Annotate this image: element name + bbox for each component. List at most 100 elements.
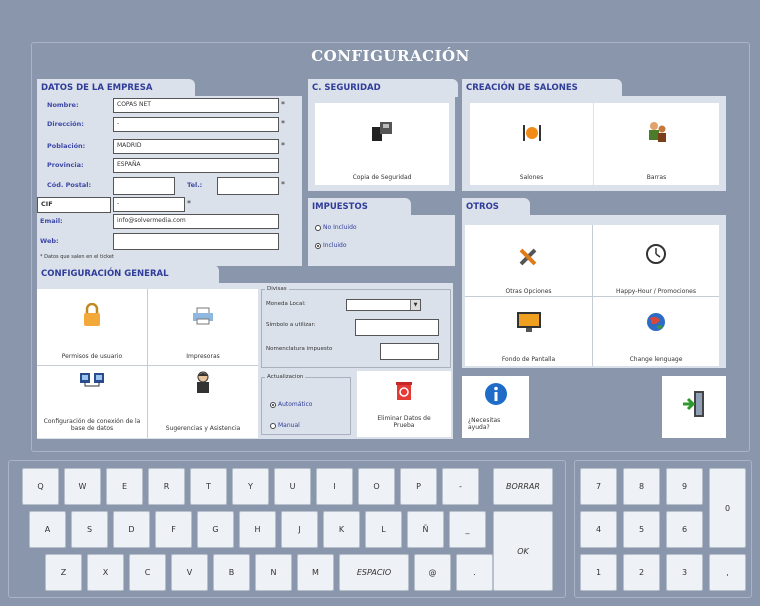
change-language-label: Change lenguage bbox=[629, 356, 683, 363]
configuracion-window: CONFIGURACIÓN DATOS DE LA EMPRESA Nombre… bbox=[31, 42, 750, 452]
nomenclatura-field[interactable] bbox=[380, 343, 439, 360]
datos-empresa-panel: Nombre: COPAS NET * Dirección: - * Pobla… bbox=[37, 96, 302, 266]
key-j[interactable]: J bbox=[281, 511, 318, 548]
key-1[interactable]: 1 bbox=[580, 554, 617, 591]
label-web: Web: bbox=[40, 237, 59, 245]
no-incluido-label: No Incluido bbox=[323, 224, 357, 231]
key-at[interactable]: @ bbox=[414, 554, 451, 591]
key-q[interactable]: Q bbox=[22, 468, 59, 505]
cod-postal-field[interactable] bbox=[113, 177, 175, 195]
direccion-field[interactable]: - bbox=[113, 117, 279, 132]
ayuda-button[interactable]: ¿Necesitas ayuda? bbox=[462, 376, 529, 438]
key-l[interactable]: L bbox=[365, 511, 402, 548]
permisos-label: Permisos de usuario bbox=[61, 353, 123, 360]
key-dot[interactable]: . bbox=[456, 554, 493, 591]
web-field[interactable] bbox=[113, 233, 279, 250]
espacio-key[interactable]: ESPACIO bbox=[339, 554, 409, 591]
sugerencias-button[interactable]: Sugerencias y Asistencia bbox=[148, 366, 258, 438]
salones-button[interactable]: Salones bbox=[470, 103, 593, 185]
email-field[interactable]: info@solvermedia.com bbox=[113, 214, 279, 229]
key-i[interactable]: I bbox=[316, 468, 353, 505]
key-0[interactable]: 0 bbox=[709, 468, 746, 548]
key-x[interactable]: X bbox=[87, 554, 124, 591]
tab-impuestos: IMPUESTOS bbox=[308, 198, 411, 216]
happy-hour-button[interactable]: Happy-Hour / Promociones bbox=[593, 225, 719, 296]
info-icon bbox=[485, 383, 507, 405]
radio-no-incluido[interactable] bbox=[315, 225, 321, 231]
key-w[interactable]: W bbox=[64, 468, 101, 505]
tab-salones: CREACIÓN DE SALONES bbox=[462, 79, 622, 97]
borrar-key[interactable]: BORRAR bbox=[493, 468, 553, 505]
radio-manual[interactable] bbox=[270, 423, 276, 429]
key-comma[interactable]: , bbox=[709, 554, 746, 591]
ok-key[interactable]: OK bbox=[493, 511, 553, 591]
divisas-group: Divisas Moneda Local: ▼ Símbolo a utiliz… bbox=[261, 286, 451, 368]
key-h[interactable]: H bbox=[239, 511, 276, 548]
key-u[interactable]: U bbox=[274, 468, 311, 505]
fondo-pantalla-button[interactable]: Fondo de Pantalla bbox=[465, 297, 592, 366]
required-star: * bbox=[187, 199, 191, 208]
copia-seguridad-button[interactable]: Copia de Seguridad bbox=[315, 103, 449, 185]
key-k[interactable]: K bbox=[323, 511, 360, 548]
key-v[interactable]: V bbox=[171, 554, 208, 591]
key-m[interactable]: M bbox=[297, 554, 334, 591]
key-f[interactable]: F bbox=[155, 511, 192, 548]
key-d[interactable]: D bbox=[113, 511, 150, 548]
key-dash[interactable]: - bbox=[442, 468, 479, 505]
key-7[interactable]: 7 bbox=[580, 468, 617, 505]
provincia-field[interactable]: ESPAÑA bbox=[113, 158, 279, 173]
key-e[interactable]: E bbox=[106, 468, 143, 505]
otras-opciones-button[interactable]: Otras Opciones bbox=[465, 225, 592, 296]
actualizacion-legend: Actualizacion bbox=[265, 374, 306, 380]
radio-incluido[interactable] bbox=[315, 243, 321, 249]
key-6[interactable]: 6 bbox=[666, 511, 703, 548]
impresoras-label: Impresoras bbox=[186, 353, 220, 360]
chevron-down-icon: ▼ bbox=[410, 300, 420, 310]
key-p[interactable]: P bbox=[400, 468, 437, 505]
nombre-field[interactable]: COPAS NET bbox=[113, 98, 279, 113]
key-z[interactable]: Z bbox=[45, 554, 82, 591]
key-g[interactable]: G bbox=[197, 511, 234, 548]
ayuda-label: ¿Necesitas ayuda? bbox=[468, 417, 501, 431]
key-4[interactable]: 4 bbox=[580, 511, 617, 548]
key-2[interactable]: 2 bbox=[623, 554, 660, 591]
key-s[interactable]: S bbox=[71, 511, 108, 548]
permisos-button[interactable]: Permisos de usuario bbox=[37, 289, 147, 365]
key-a[interactable]: A bbox=[29, 511, 66, 548]
change-language-button[interactable]: Change lenguage bbox=[593, 297, 719, 366]
key-y[interactable]: Y bbox=[232, 468, 269, 505]
label-tel: Tel.: bbox=[187, 181, 203, 189]
key-n[interactable]: N bbox=[255, 554, 292, 591]
simbolo-field[interactable] bbox=[355, 319, 439, 336]
key-3[interactable]: 3 bbox=[666, 554, 703, 591]
barras-label: Barras bbox=[646, 174, 667, 181]
key-r[interactable]: R bbox=[148, 468, 185, 505]
eliminar-datos-button[interactable]: Eliminar Datos de Prueba bbox=[357, 371, 451, 437]
key-o[interactable]: O bbox=[358, 468, 395, 505]
poblacion-field[interactable]: MADRID bbox=[113, 139, 279, 154]
key-b[interactable]: B bbox=[213, 554, 250, 591]
salones-label: Salones bbox=[519, 174, 544, 181]
exit-door-icon bbox=[683, 391, 704, 417]
exit-button[interactable] bbox=[662, 376, 726, 438]
key-9[interactable]: 9 bbox=[666, 468, 703, 505]
barras-button[interactable]: Barras bbox=[594, 103, 719, 185]
key-enye[interactable]: Ñ bbox=[407, 511, 444, 548]
key-underscore[interactable]: _ bbox=[449, 511, 486, 548]
tel-field[interactable] bbox=[217, 177, 279, 195]
seguridad-panel: Copia de Seguridad bbox=[308, 96, 455, 191]
key-5[interactable]: 5 bbox=[623, 511, 660, 548]
key-t[interactable]: T bbox=[190, 468, 227, 505]
key-8[interactable]: 8 bbox=[623, 468, 660, 505]
cif-field[interactable]: - bbox=[113, 197, 185, 212]
conexion-button[interactable]: Configuración de conexión de la base de … bbox=[37, 366, 147, 438]
key-c[interactable]: C bbox=[129, 554, 166, 591]
radio-automatico[interactable] bbox=[270, 402, 276, 408]
lock-icon bbox=[84, 303, 100, 326]
moneda-select[interactable]: ▼ bbox=[346, 299, 421, 311]
impresoras-button[interactable]: Impresoras bbox=[148, 289, 258, 365]
monitor-icon bbox=[516, 312, 541, 332]
tab-seguridad: C. SEGURIDAD bbox=[308, 79, 458, 97]
tools-icon bbox=[519, 248, 536, 266]
tab-datos-empresa: DATOS DE LA EMPRESA bbox=[37, 79, 195, 97]
